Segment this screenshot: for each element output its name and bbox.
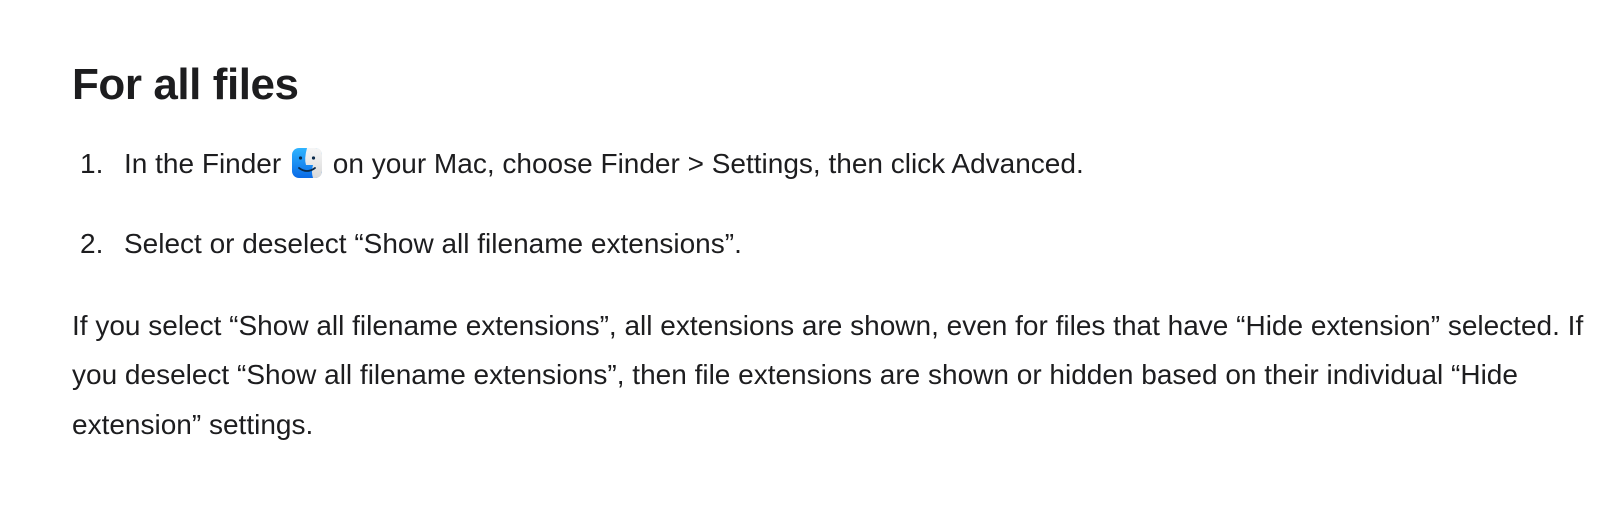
steps-list: In the Finder on your Mac, choose Finder…	[72, 143, 1616, 265]
explanation-paragraph: If you select “Show all filename extensi…	[72, 301, 1616, 450]
step-text-pre: In the Finder	[124, 148, 289, 179]
step-text-pre: Select or deselect “Show all filename ex…	[124, 228, 742, 259]
step-item: Select or deselect “Show all filename ex…	[80, 223, 1616, 265]
step-item: In the Finder on your Mac, choose Finder…	[80, 143, 1616, 185]
section-heading: For all files	[72, 60, 1616, 111]
finder-icon	[291, 147, 323, 179]
step-text-post: on your Mac, choose Finder > Settings, t…	[325, 148, 1084, 179]
